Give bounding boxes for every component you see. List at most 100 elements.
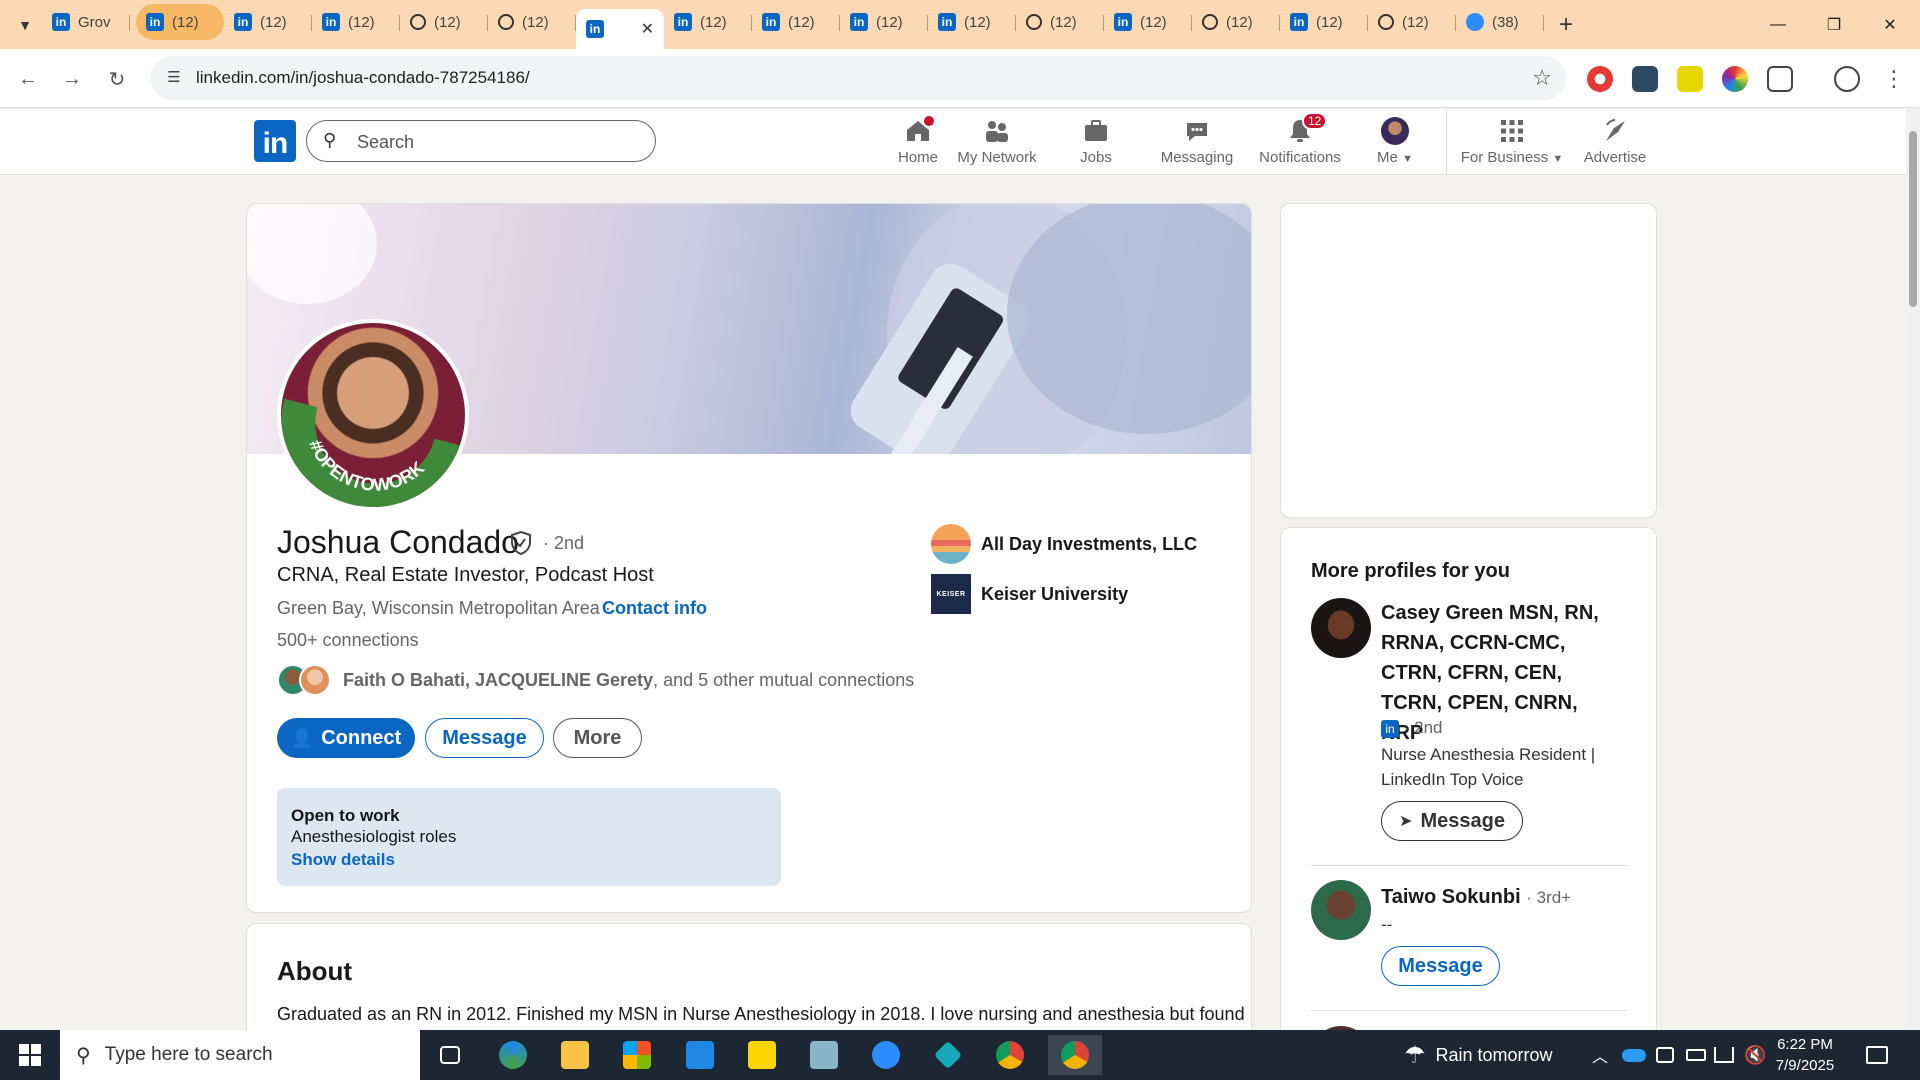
rail-separator xyxy=(1311,865,1627,866)
person-name-row: Taiwo Sokunbi · 3rd+ xyxy=(1381,882,1641,913)
tab-title: (12) xyxy=(522,13,549,31)
browser-tab[interactable]: (12) xyxy=(488,4,576,40)
mail-icon[interactable] xyxy=(680,1035,720,1075)
education-school[interactable]: KEISER Keiser University xyxy=(931,574,1128,614)
person-message-button[interactable]: Message xyxy=(1381,946,1500,986)
more-button[interactable]: More xyxy=(553,718,642,758)
microsoft-store-icon[interactable] xyxy=(617,1035,657,1075)
chrome-icon[interactable] xyxy=(990,1035,1030,1075)
site-info-icon[interactable]: ☰ xyxy=(164,68,184,88)
scrollbar-thumb[interactable] xyxy=(1909,131,1917,307)
mutual-connections[interactable]: Faith O Bahati, JACQUELINE Gerety, and 5… xyxy=(277,662,914,698)
back-button[interactable]: ← xyxy=(12,63,44,95)
current-company[interactable]: All Day Investments, LLC xyxy=(931,524,1197,564)
file-explorer-icon[interactable] xyxy=(555,1035,595,1075)
browser-tab[interactable]: (38) xyxy=(1456,4,1544,40)
close-window-button[interactable]: ✕ xyxy=(1862,0,1918,49)
nav-my-network[interactable]: My Network xyxy=(952,117,1042,171)
contact-info-link[interactable]: Contact info xyxy=(602,598,707,619)
open-to-work-box[interactable]: Open to work Anesthesiologist roles Show… xyxy=(277,788,781,886)
chrome-active-icon[interactable] xyxy=(1048,1035,1102,1075)
weather-widget[interactable]: ☂ Rain tomorrow xyxy=(1404,1030,1553,1080)
page-scrollbar[interactable] xyxy=(1906,109,1920,1030)
browser-tab[interactable]: in (12) xyxy=(136,4,224,40)
connect-button[interactable]: 👤 Connect xyxy=(277,718,415,758)
profile-avatar-icon[interactable] xyxy=(1834,66,1860,92)
extensions-puzzle-icon[interactable] xyxy=(1767,66,1793,92)
me-avatar xyxy=(1381,117,1409,145)
browser-tab[interactable]: in (12) xyxy=(312,4,400,40)
zoom-icon[interactable] xyxy=(866,1035,906,1075)
browser-tab[interactable]: (12) xyxy=(1016,4,1104,40)
browser-tab[interactable]: (12) xyxy=(1368,4,1456,40)
taskbar-clock[interactable]: 6:22 PM 7/9/2025 xyxy=(1760,1034,1850,1076)
nav-for-business[interactable]: For Business ▼ xyxy=(1456,117,1568,171)
profile-avatar[interactable]: #OPENTOWORK xyxy=(277,319,469,511)
show-details-link[interactable]: Show details xyxy=(291,850,767,870)
extension-color-icon[interactable] xyxy=(1722,66,1748,92)
app-diamond-icon[interactable] xyxy=(928,1035,968,1075)
browser-tab[interactable]: in Grov xyxy=(42,4,130,40)
extension-sparkle-icon[interactable] xyxy=(1677,66,1703,92)
nav-messaging[interactable]: Messaging xyxy=(1152,117,1242,171)
forward-button[interactable]: → xyxy=(56,63,88,95)
nav-jobs[interactable]: Jobs xyxy=(1051,117,1141,171)
reload-button[interactable]: ↻ xyxy=(101,63,133,95)
browser-tab-active[interactable]: in ✕ xyxy=(576,9,664,49)
taskbar-search-placeholder: Type here to search xyxy=(104,1044,273,1065)
browser-tab[interactable]: in (12) xyxy=(664,4,752,40)
nav-me[interactable]: Me ▼ xyxy=(1350,117,1440,171)
search-input[interactable] xyxy=(357,130,637,154)
extension-pokeball-icon[interactable] xyxy=(1587,66,1613,92)
connections-count[interactable]: 500+ connections xyxy=(277,630,419,651)
network-icon[interactable] xyxy=(1714,1030,1734,1080)
address-bar[interactable]: ☰ linkedin.com/in/joshua-condado-7872541… xyxy=(150,56,1566,100)
meet-now-icon[interactable] xyxy=(1656,1030,1674,1080)
minimize-button[interactable]: — xyxy=(1750,0,1806,49)
clock-date: 7/9/2025 xyxy=(1775,1057,1835,1074)
taskbar-search[interactable]: ⚲ Type here to search xyxy=(60,1030,420,1080)
search-icon: ⚲ xyxy=(76,1044,91,1067)
browser-tab[interactable]: in (12) xyxy=(1104,4,1192,40)
battery-icon[interactable] xyxy=(1686,1030,1706,1080)
browser-tab[interactable]: in (12) xyxy=(1280,4,1368,40)
home-notification-dot xyxy=(922,114,936,128)
notepad-icon[interactable] xyxy=(804,1035,844,1075)
windows-start-button[interactable] xyxy=(0,1030,60,1080)
linkedin-logo[interactable]: in xyxy=(254,120,296,162)
nav-home[interactable]: Home xyxy=(873,114,963,171)
bookmark-star-icon[interactable]: ☆ xyxy=(1532,65,1552,91)
task-view-icon[interactable] xyxy=(430,1035,470,1075)
close-tab-icon[interactable]: ✕ xyxy=(641,19,654,39)
tray-chevron-icon[interactable]: ︿ xyxy=(1592,1030,1608,1080)
browser-tab[interactable]: in (12) xyxy=(224,4,312,40)
sticky-notes-icon[interactable] xyxy=(742,1035,782,1075)
extension-screen-icon[interactable] xyxy=(1632,66,1658,92)
tab-search-button[interactable]: ▼ xyxy=(8,8,42,42)
linkedin-favicon-icon: in xyxy=(586,20,604,38)
verified-shield-icon[interactable] xyxy=(509,530,533,563)
person-name[interactable]: Taiwo Sokunbi xyxy=(1381,886,1521,908)
browser-tab[interactable]: (12) xyxy=(400,4,488,40)
onedrive-icon[interactable] xyxy=(1622,1030,1646,1080)
browser-menu-icon[interactable]: ⋮ xyxy=(1878,63,1910,95)
person-message-button[interactable]: ➤ Message xyxy=(1381,801,1523,841)
browser-tab[interactable]: in (12) xyxy=(928,4,1016,40)
person-avatar[interactable] xyxy=(1311,598,1371,658)
tab-title: (12) xyxy=(1226,13,1253,31)
more-profiles-heading: More profiles for you xyxy=(1311,560,1510,582)
message-button[interactable]: Message xyxy=(425,718,544,758)
browser-tab[interactable]: in (12) xyxy=(840,4,928,40)
new-tab-button[interactable]: + xyxy=(1548,7,1584,43)
browser-tab[interactable]: (12) xyxy=(1192,4,1280,40)
restore-button[interactable]: ❐ xyxy=(1806,0,1862,49)
person-degree-text: · 2nd xyxy=(1403,718,1443,737)
person-avatar[interactable] xyxy=(1311,880,1371,940)
about-text: Graduated as an RN in 2012. Finished my … xyxy=(277,1004,1245,1024)
nav-advertise[interactable]: Advertise xyxy=(1570,117,1660,171)
edge-icon[interactable] xyxy=(493,1035,533,1075)
nav-notifications[interactable]: 12 Notifications xyxy=(1250,112,1350,171)
linkedin-search[interactable]: ⚲ xyxy=(306,120,656,162)
notification-center-icon[interactable] xyxy=(1866,1030,1888,1080)
browser-tab[interactable]: in (12) xyxy=(752,4,840,40)
